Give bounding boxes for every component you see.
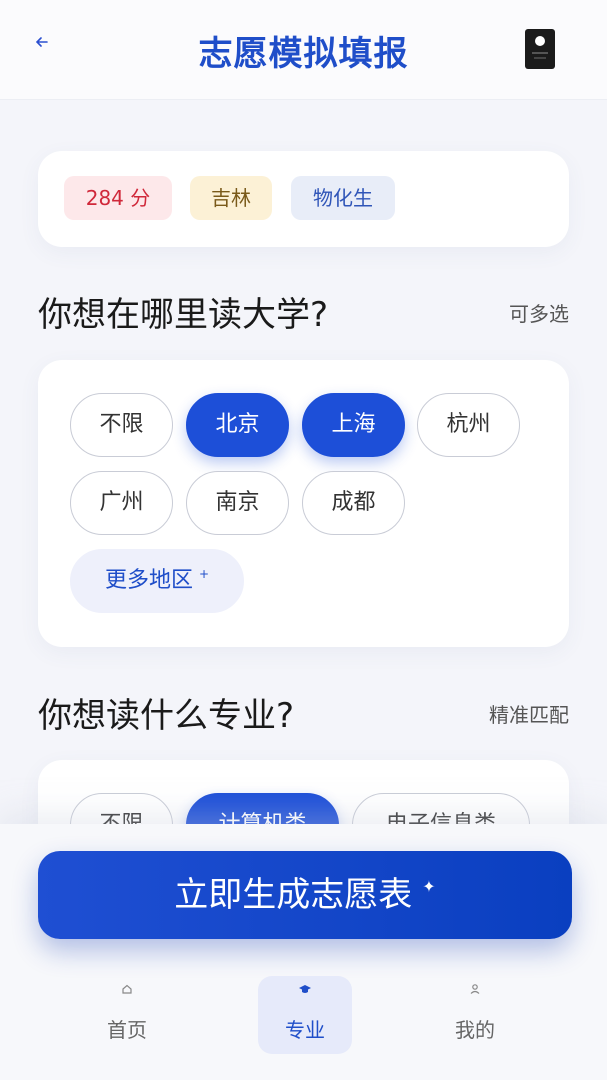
region-section-hint: 可多选	[509, 302, 569, 326]
score-tag: 284 分	[64, 176, 172, 220]
plus-icon: +	[198, 567, 210, 581]
candidate-info-card: 284 分 吉林 物化生	[38, 151, 569, 247]
user-icon	[470, 984, 480, 994]
nav-label-mine: 我的	[455, 1018, 495, 1042]
more-regions-button[interactable]: 更多地区 +	[70, 549, 244, 613]
nav-tab-major[interactable]: 专业	[258, 976, 352, 1054]
id-card-icon	[525, 29, 555, 69]
region-chip-guangzhou[interactable]: 广州	[70, 471, 173, 535]
province-tag: 吉林	[190, 176, 272, 220]
page-title: 志愿模拟填报	[198, 34, 409, 74]
region-section-title: 你想在哪里读大学?	[38, 295, 329, 335]
more-regions-label: 更多地区	[104, 568, 193, 593]
region-chip-unlimited[interactable]: 不限	[70, 393, 173, 457]
region-chip-beijing[interactable]: 北京	[186, 393, 289, 457]
home-icon	[122, 984, 132, 994]
region-chip-hangzhou[interactable]: 杭州	[417, 393, 520, 457]
region-chip-chengdu[interactable]: 成都	[302, 471, 405, 535]
nav-label-major: 专业	[285, 1018, 325, 1042]
region-chip-shanghai[interactable]: 上海	[302, 393, 405, 457]
generate-plan-label: 立即生成志愿表	[174, 875, 413, 915]
generate-plan-button[interactable]: 立即生成志愿表 ✦	[38, 851, 572, 939]
region-card: 不限 北京 上海 杭州 广州 南京 成都 更多地区 +	[38, 360, 569, 647]
graduation-cap-icon	[299, 985, 311, 993]
sparkle-icon: ✦	[422, 877, 436, 896]
major-section-hint: 精准匹配	[489, 703, 569, 727]
profile-button[interactable]	[524, 28, 556, 70]
subjects-tag: 物化生	[291, 176, 395, 220]
region-chip-nanjing[interactable]: 南京	[186, 471, 289, 535]
nav-label-home: 首页	[107, 1018, 147, 1042]
app-header: 志愿模拟填报	[0, 0, 607, 100]
major-section-title: 你想读什么专业?	[38, 696, 295, 736]
nav-tab-mine[interactable]: 我的	[428, 976, 522, 1054]
nav-tab-home[interactable]: 首页	[80, 976, 174, 1054]
